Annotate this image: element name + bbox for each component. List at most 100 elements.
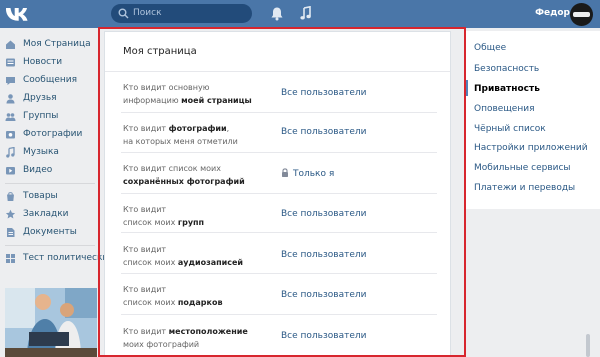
groups-icon <box>5 112 16 121</box>
active-item-marker <box>466 80 468 96</box>
question-text: список моих <box>123 298 178 307</box>
sidebar-item-label: Друзья <box>23 93 57 103</box>
privacy-question: Кто видит местоположение моих фотографий <box>123 325 273 351</box>
question-text: список моих <box>123 258 178 267</box>
search-input[interactable]: Поиск <box>111 4 252 23</box>
privacy-value-dropdown[interactable]: Все пользователи <box>281 209 366 219</box>
photos-icon <box>6 130 15 138</box>
news-icon <box>6 58 15 66</box>
sidebar-item-label: Закладки <box>23 209 69 219</box>
question-text: список моих <box>123 218 178 227</box>
messages-icon <box>6 76 15 85</box>
sidebar-divider <box>5 245 95 246</box>
sidebar-item-video[interactable]: Видео <box>0 161 100 179</box>
privacy-question: Кто видит список моих аудиозаписей <box>123 243 273 269</box>
privacy-value-dropdown[interactable]: Все пользователи <box>281 250 366 260</box>
sidebar-item-bookmarks[interactable]: Закладки <box>0 205 100 223</box>
sidebar-item-label: Тест политических <box>23 253 114 263</box>
question-highlight: сохранённых фотографий <box>123 177 245 186</box>
settings-menu-general[interactable]: Общее <box>474 43 506 53</box>
lock-icon <box>282 168 288 177</box>
sidebar-item-label: Музыка <box>23 147 59 157</box>
settings-menu-blacklist[interactable]: Чёрный список <box>474 124 546 134</box>
sidebar-item-app[interactable]: Тест политических <box>0 249 114 267</box>
row-divider <box>121 314 437 315</box>
sidebar-item-documents[interactable]: Документы <box>0 223 100 241</box>
goods-icon <box>7 191 14 201</box>
bell-icon[interactable] <box>270 6 284 21</box>
sidebar-item-photos[interactable]: Фотографии <box>0 125 100 143</box>
user-name[interactable]: Федор <box>535 8 570 18</box>
privacy-question: Кто видит основную информацию моей стран… <box>123 81 273 107</box>
sidebar-item-messages[interactable]: Сообщения <box>0 71 100 89</box>
settings-menu-app-settings[interactable]: Настройки приложений <box>474 143 588 153</box>
avatar[interactable] <box>570 3 593 26</box>
sidebar-item-friends[interactable]: Друзья <box>0 89 100 107</box>
row-divider <box>121 193 437 194</box>
sidebar-item-news[interactable]: Новости <box>0 53 100 71</box>
settings-menu-privacy[interactable]: Приватность <box>474 84 540 94</box>
privacy-value-dropdown[interactable]: Все пользователи <box>281 290 366 300</box>
row-divider <box>121 273 437 274</box>
sidebar-item-music[interactable]: Музыка <box>0 143 100 161</box>
sidebar-item-goods[interactable]: Товары <box>0 187 100 205</box>
friends-icon <box>6 93 15 103</box>
row-divider <box>121 112 437 113</box>
sidebar-item-label: Документы <box>23 227 77 237</box>
row-divider <box>121 232 437 233</box>
app-icon <box>6 253 15 263</box>
page-title: Моя страница <box>123 46 197 57</box>
settings-menu: Общее Безопасность Приватность Оповещени… <box>466 31 600 209</box>
privacy-value-label: Только я <box>293 169 335 179</box>
privacy-value-dropdown[interactable]: Все пользователи <box>281 331 366 341</box>
sidebar-item-label: Моя Страница <box>23 39 91 49</box>
home-icon <box>6 40 15 49</box>
music-icon[interactable] <box>299 6 313 21</box>
sidebar-item-my-page[interactable]: Моя Страница <box>0 35 100 53</box>
question-text: Кто видит основную <box>123 83 210 92</box>
sidebar-item-groups[interactable]: Группы <box>0 107 100 125</box>
privacy-settings-card: Моя страница Кто видит основную информац… <box>104 31 451 357</box>
privacy-value-dropdown[interactable]: Все пользователи <box>281 127 366 137</box>
question-text: Кто видит <box>123 327 169 336</box>
question-text: на которых меня отметили <box>123 137 238 146</box>
question-text: Кто видит <box>123 124 169 133</box>
vk-logo[interactable] <box>5 3 31 25</box>
privacy-question: Кто видит список моих групп <box>123 203 273 229</box>
settings-menu-payments[interactable]: Платежи и переводы <box>474 183 575 193</box>
music-icon <box>6 146 15 158</box>
privacy-question: Кто видит список моих подарков <box>123 283 273 309</box>
documents-icon <box>7 227 15 237</box>
settings-menu-notifications[interactable]: Оповещения <box>474 104 534 114</box>
search-icon <box>118 8 129 19</box>
settings-menu-mobile-services[interactable]: Мобильные сервисы <box>474 163 571 173</box>
ad-banner-image[interactable] <box>5 288 97 357</box>
scrollbar[interactable] <box>586 334 590 357</box>
question-highlight: групп <box>177 218 205 227</box>
sidebar-item-label: Видео <box>23 165 53 175</box>
question-highlight: фотографии <box>168 124 227 133</box>
question-text: Кто видит <box>123 205 167 214</box>
sidebar-item-label: Группы <box>23 111 59 121</box>
sidebar-item-label: Товары <box>23 191 58 201</box>
sidebar-item-label: Новости <box>23 57 63 67</box>
question-text: моих фотографий <box>123 340 200 349</box>
sidebar-divider <box>5 183 95 184</box>
question-highlight: местоположение <box>168 327 248 336</box>
question-highlight: подарков <box>177 298 223 307</box>
privacy-question: Кто видит фотографии, на которых меня от… <box>123 122 273 148</box>
sidebar-item-label: Фотографии <box>23 129 83 139</box>
privacy-value-dropdown[interactable]: Все пользователи <box>281 88 366 98</box>
privacy-value-dropdown[interactable]: Только я <box>281 168 334 179</box>
bookmarks-icon <box>5 209 16 218</box>
question-text: Кто видит <box>123 285 167 294</box>
settings-menu-security[interactable]: Безопасность <box>474 64 539 74</box>
row-divider <box>121 152 437 153</box>
top-bar: Поиск Федор <box>0 0 600 28</box>
video-icon <box>6 166 15 174</box>
question-highlight: моей страницы <box>181 96 252 105</box>
ad-photo <box>5 288 97 357</box>
privacy-question: Кто видит список моих сохранённых фотогр… <box>123 162 273 188</box>
sidebar-item-label: Сообщения <box>23 75 78 85</box>
search-placeholder: Поиск <box>133 8 162 18</box>
